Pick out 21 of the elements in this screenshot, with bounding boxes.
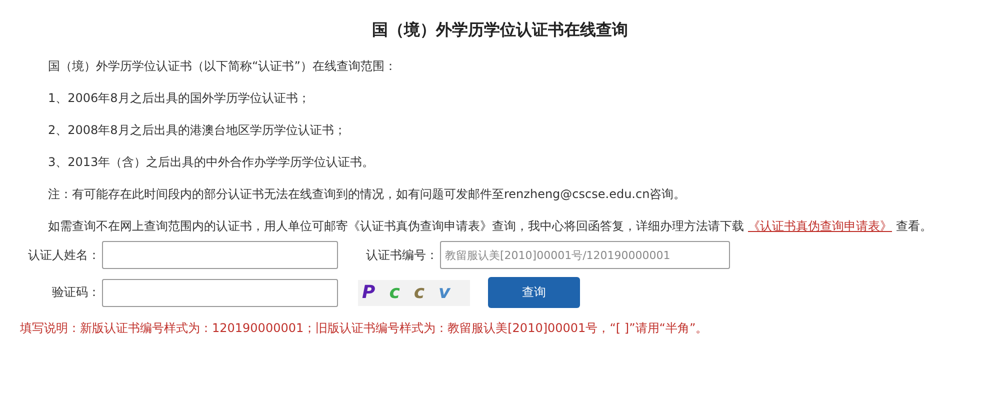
- download-paragraph: 如需查询不在网上查询范围内的认证书，用人单位可邮寄《认证书真伪查询申请表》查询，我中心将回函答复，详细办理方法请下载 《认证书真伪查询申请表》 查看。: [47, 218, 933, 235]
- name-label: 认证人姓名：: [27, 246, 100, 264]
- info-paragraph: 国（境）外学历学位认证书（以下简称“认证书”）在线查询范围：: [47, 58, 398, 75]
- info-paragraph: 2、2008年8月之后出具的港澳台地区学历学位认证书；: [47, 122, 347, 139]
- captcha-char: c: [389, 282, 400, 303]
- name-input[interactable]: [102, 241, 338, 269]
- application-form-link[interactable]: 《认证书真伪查询申请表》: [748, 219, 892, 233]
- query-button[interactable]: 查询: [488, 277, 580, 308]
- captcha-char: v: [438, 282, 450, 303]
- captcha-image[interactable]: P c c v: [358, 280, 470, 306]
- instructions-text: 填写说明：新版认证书编号样式为：120190000001；旧版认证书编号样式为：教留服认美[2010]00001号，“[ ]”请用“半角”。: [20, 320, 709, 337]
- info-paragraph: 注：有可能存在此时间段内的部分认证书无法在线查询到的情况，如有问题可发邮件至renzheng@cscse.edu.cn咨询。: [47, 186, 687, 203]
- page-title: 国（境）外学历学位认证书在线查询: [371, 20, 629, 41]
- info-paragraph: 1、2006年8月之后出具的国外学历学位认证书；: [47, 90, 311, 107]
- cert-number-input[interactable]: 教留服认美[2010]00001号/120190000001: [440, 241, 730, 269]
- cert-number-label: 认证书编号：: [365, 246, 438, 264]
- captcha-input[interactable]: [102, 278, 338, 306]
- info-paragraph: 3、2013年（含）之后出具的中外合作办学学历学位认证书。: [47, 154, 376, 171]
- captcha-char: P: [362, 282, 376, 303]
- captcha-char: c: [414, 282, 425, 303]
- captcha-label: 验证码：: [51, 284, 100, 301]
